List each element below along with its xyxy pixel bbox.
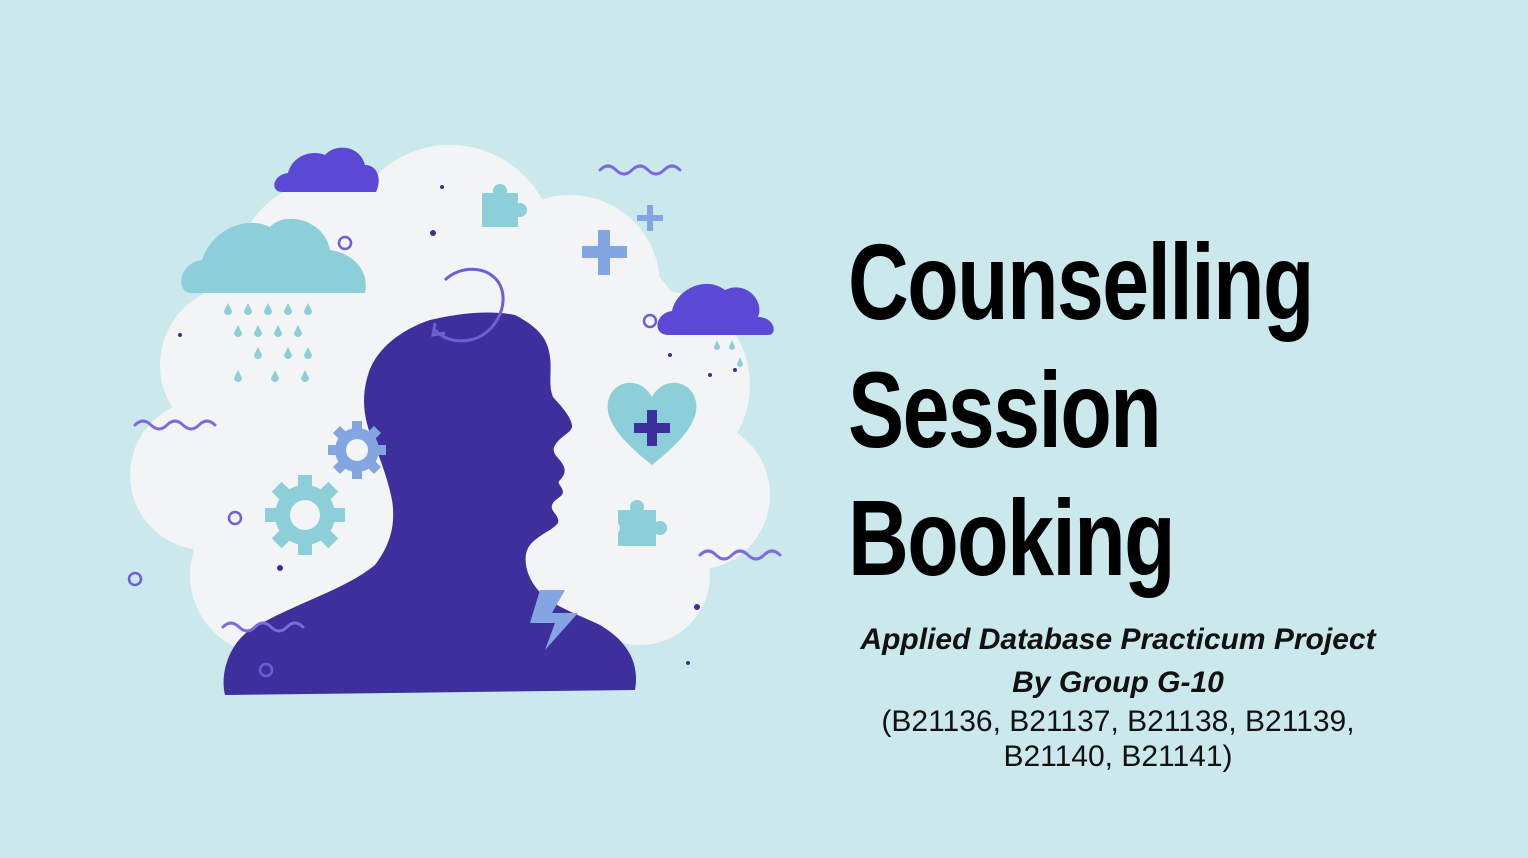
subtitle: Applied Database Practicum Project By Gr… xyxy=(838,618,1398,774)
group-name: By Group G-10 xyxy=(1012,666,1224,699)
title-line: Booking xyxy=(848,477,1176,598)
project-name: Applied Database Practicum Project xyxy=(860,623,1376,656)
gear-icon xyxy=(265,475,345,555)
member-ids: (B21136, B21137, B21138, B21139, B21140,… xyxy=(881,705,1355,773)
cloud-icon xyxy=(657,283,774,335)
mental-health-illustration xyxy=(120,135,800,725)
gear-icon xyxy=(328,421,386,479)
title-line: Counselling xyxy=(848,221,1314,342)
cloud-icon xyxy=(274,147,379,192)
page-title: Counselling Session Booking xyxy=(848,218,1368,602)
title-line: Session xyxy=(848,349,1162,470)
